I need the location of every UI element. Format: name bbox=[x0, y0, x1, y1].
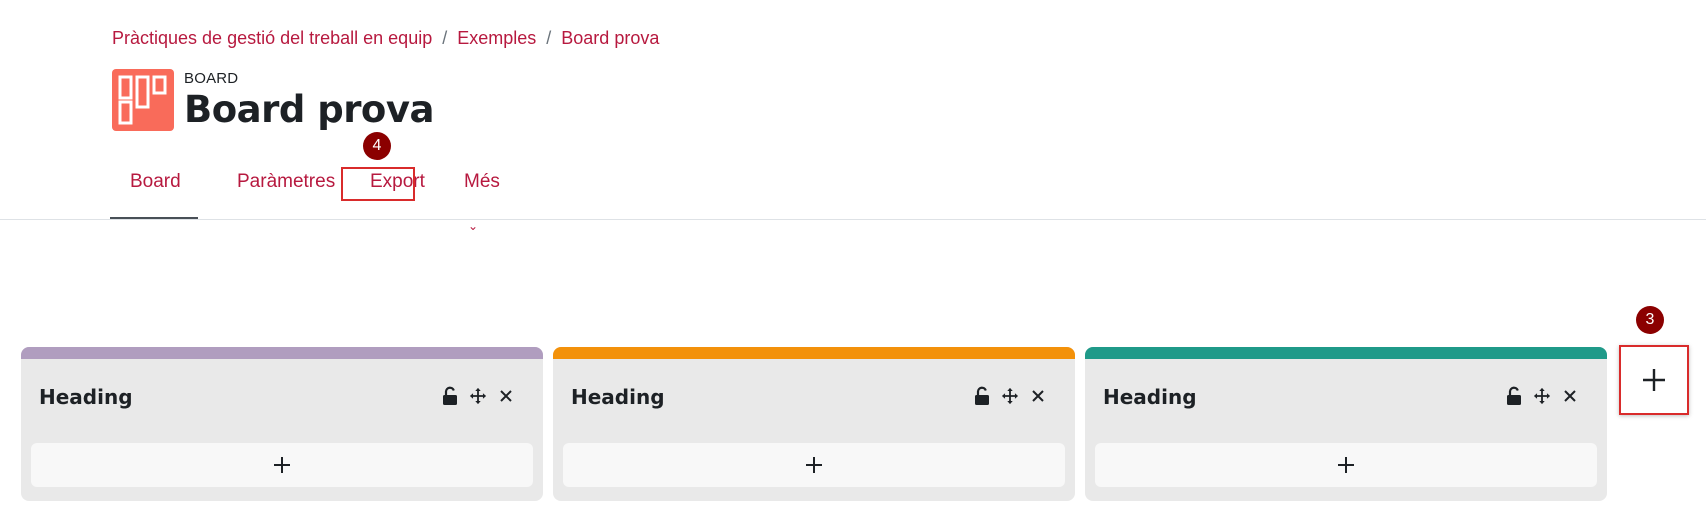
annotation-marker-4: 4 bbox=[363, 132, 391, 160]
close-icon[interactable] bbox=[1029, 385, 1047, 407]
column-heading[interactable]: Heading bbox=[1103, 385, 1197, 409]
close-icon[interactable] bbox=[497, 385, 515, 407]
board-column: Heading bbox=[21, 347, 543, 501]
add-card-button[interactable] bbox=[1095, 443, 1597, 487]
plus-icon bbox=[274, 457, 290, 473]
tab-parametres-label: Paràmetres bbox=[237, 171, 336, 192]
tab-board-label: Board bbox=[130, 171, 181, 192]
unlock-icon[interactable] bbox=[1505, 385, 1523, 407]
board-logo-icon bbox=[112, 69, 174, 131]
column-actions bbox=[441, 385, 515, 407]
unlock-icon[interactable] bbox=[973, 385, 991, 407]
activity-kind-label: BOARD bbox=[184, 70, 239, 87]
add-column-button[interactable] bbox=[1619, 345, 1689, 415]
plus-icon bbox=[1643, 369, 1665, 391]
breadcrumb-course-link[interactable]: Pràctiques de gestió del treball en equi… bbox=[112, 28, 432, 49]
page-title: Board prova bbox=[184, 88, 434, 131]
board-column: Heading bbox=[553, 347, 1075, 501]
column-actions bbox=[973, 385, 1047, 407]
page: Pràctiques de gestió del treball en equi… bbox=[0, 0, 1706, 531]
column-heading[interactable]: Heading bbox=[571, 385, 665, 409]
plus-icon bbox=[806, 457, 822, 473]
column-color-bar bbox=[553, 347, 1075, 359]
breadcrumb-separator: / bbox=[546, 28, 552, 48]
breadcrumb-separator: / bbox=[442, 28, 448, 48]
board-column: Heading bbox=[1085, 347, 1607, 501]
export-highlight-box bbox=[341, 167, 415, 201]
move-icon[interactable] bbox=[469, 385, 487, 407]
add-card-button[interactable] bbox=[563, 443, 1065, 487]
column-heading[interactable]: Heading bbox=[39, 385, 133, 409]
unlock-icon[interactable] bbox=[441, 385, 459, 407]
chevron-down-icon: ⌄ bbox=[468, 219, 479, 233]
tab-mes-label: Més bbox=[464, 171, 500, 192]
tab-mes[interactable]: Més ⌄ bbox=[444, 160, 520, 233]
nav-divider bbox=[0, 219, 1706, 220]
breadcrumb-current-link[interactable]: Board prova bbox=[561, 28, 659, 49]
tab-board[interactable]: Board bbox=[110, 160, 198, 220]
move-icon[interactable] bbox=[1533, 385, 1551, 407]
column-actions bbox=[1505, 385, 1579, 407]
add-card-button[interactable] bbox=[31, 443, 533, 487]
breadcrumb-section-link[interactable]: Exemples bbox=[457, 28, 536, 49]
close-icon[interactable] bbox=[1561, 385, 1579, 407]
breadcrumb: Pràctiques de gestió del treball en equi… bbox=[112, 28, 659, 49]
column-color-bar bbox=[21, 347, 543, 359]
tab-parametres[interactable]: Paràmetres bbox=[217, 160, 355, 220]
move-icon[interactable] bbox=[1001, 385, 1019, 407]
annotation-marker-3: 3 bbox=[1636, 306, 1664, 334]
plus-icon bbox=[1338, 457, 1354, 473]
column-color-bar bbox=[1085, 347, 1607, 359]
